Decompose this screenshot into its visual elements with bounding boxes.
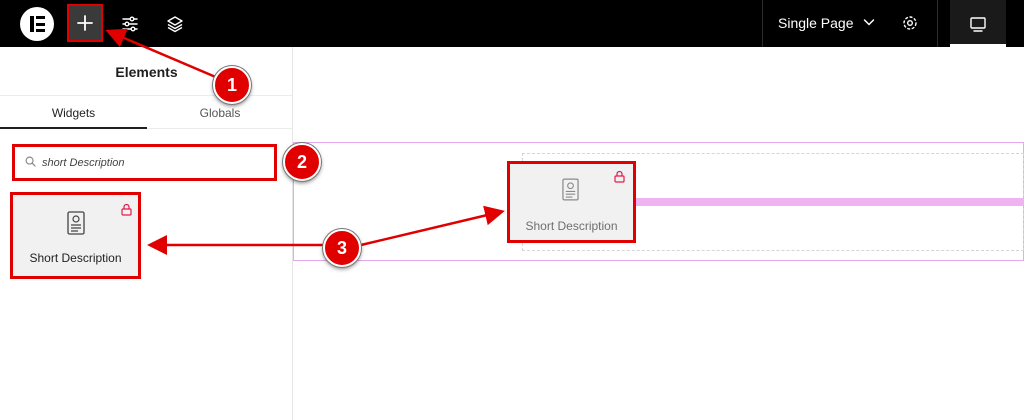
chevron-down-icon bbox=[863, 19, 875, 26]
short-description-widget[interactable]: Short Description bbox=[10, 192, 141, 279]
gear-icon[interactable] bbox=[901, 14, 919, 32]
plus-icon bbox=[77, 15, 93, 31]
page-selector[interactable]: Single Page bbox=[762, 0, 938, 47]
search-input[interactable] bbox=[42, 154, 262, 172]
lock-icon bbox=[121, 203, 132, 216]
responsive-mode-button[interactable] bbox=[950, 0, 1006, 47]
elementor-logo-icon[interactable] bbox=[20, 7, 54, 41]
lock-icon bbox=[614, 170, 625, 183]
dragged-widget[interactable]: Short Description bbox=[507, 161, 636, 243]
tab-globals[interactable]: Globals bbox=[147, 96, 293, 129]
panel-tabs: Widgets Globals bbox=[0, 95, 293, 129]
page-title: Single Page bbox=[778, 15, 854, 31]
step-badge-1: 1 bbox=[213, 66, 251, 104]
structure-button[interactable] bbox=[158, 5, 192, 42]
active-tab-indicator bbox=[0, 127, 147, 129]
widget-label: Short Description bbox=[29, 251, 122, 265]
dragged-widget-label: Short Description bbox=[525, 219, 618, 233]
top-bar: Single Page bbox=[0, 0, 1024, 47]
layers-icon bbox=[167, 15, 183, 32]
desktop-icon bbox=[970, 16, 986, 32]
add-element-button[interactable] bbox=[67, 4, 103, 42]
site-settings-button[interactable] bbox=[113, 5, 147, 42]
step-badge-3: 3 bbox=[323, 229, 361, 267]
tab-widgets[interactable]: Widgets bbox=[0, 96, 147, 129]
search-icon bbox=[25, 156, 36, 167]
document-icon bbox=[67, 211, 85, 235]
document-icon bbox=[562, 178, 579, 201]
widget-search[interactable] bbox=[12, 144, 277, 181]
step-badge-2: 2 bbox=[283, 143, 321, 181]
sliders-icon bbox=[122, 16, 138, 31]
elementor-editor: Single Page Elements Widgets Globals sho… bbox=[0, 0, 1024, 420]
